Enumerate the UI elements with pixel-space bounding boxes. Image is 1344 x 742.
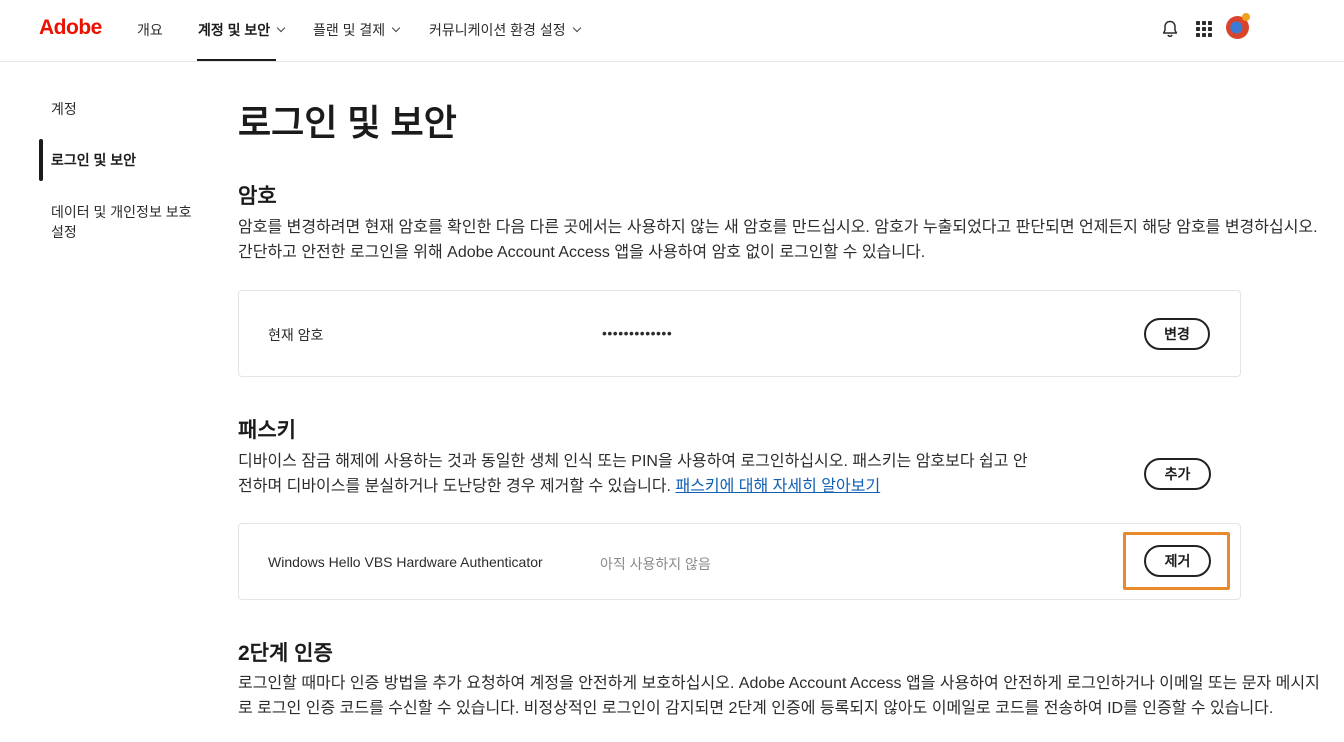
passkey-description-line: 전하며 디바이스를 분실하거나 도난당한 경우 제거할 수 있습니다. 패스키에… <box>238 474 1028 499</box>
nav-tab-label: 커뮤니케이션 환경 설정 <box>429 22 566 38</box>
change-password-button[interactable]: 변경 <box>1144 318 1210 350</box>
passkey-description-text: 전하며 디바이스를 분실하거나 도난당한 경우 제거할 수 있습니다. <box>238 478 672 495</box>
two-factor-heading: 2단계 인증 <box>238 642 333 665</box>
current-password-label: 현재 암호 <box>268 327 324 343</box>
nav-tab-overview[interactable]: 개요 <box>137 20 163 40</box>
chevron-down-icon <box>572 23 581 33</box>
passkey-device-name: Windows Hello VBS Hardware Authenticator <box>268 554 543 570</box>
apps-grid-icon <box>1196 21 1212 37</box>
chevron-down-icon <box>276 23 286 33</box>
chevron-down-icon <box>391 23 401 33</box>
two-factor-description-line: 로 로그인 인증 코드를 수신할 수 있습니다. 비정상적인 로그인이 감지되면… <box>238 700 1274 717</box>
nav-tab-plans-billing[interactable]: 플랜 및 결제 <box>313 20 401 40</box>
page-title: 로그인 및 보안 <box>238 102 457 143</box>
apps-button[interactable] <box>1191 16 1217 42</box>
passkey-description: 디바이스 잠금 해제에 사용하는 것과 동일한 생체 인식 또는 PIN을 사용… <box>238 449 1028 499</box>
passkey-description-line: 디바이스 잠금 해제에 사용하는 것과 동일한 생체 인식 또는 PIN을 사용… <box>238 453 1028 470</box>
password-heading: 암호 <box>238 185 277 208</box>
password-description-line: 암호를 변경하려면 현재 암호를 확인한 다음 다른 곳에서는 사용하지 않는 … <box>238 219 1318 236</box>
nav-tab-communication-preferences[interactable]: 커뮤니케이션 환경 설정 <box>429 20 581 40</box>
nav-tab-label: 개요 <box>137 22 163 38</box>
adobe-logo[interactable]: Adobe <box>39 16 102 40</box>
nav-tab-label: 계정 및 보안 <box>198 22 271 38</box>
passkey-learn-more-link[interactable]: 패스키에 대해 자세히 알아보기 <box>675 478 880 495</box>
passkey-device-status: 아직 사용하지 않음 <box>600 556 711 572</box>
password-description: 암호를 변경하려면 현재 암호를 확인한 다음 다른 곳에서는 사용하지 않는 … <box>238 215 1318 265</box>
password-description-line: 간단하고 안전한 로그인을 위해 Adobe Account Access 앱을… <box>238 244 926 261</box>
two-factor-description: 로그인할 때마다 인증 방법을 추가 요청하여 계정을 안전하게 보호하십시오.… <box>238 671 1320 721</box>
sidebar-item-data-privacy[interactable]: 데이터 및 개인정보 보호 설정 <box>51 202 201 242</box>
passkey-heading: 패스키 <box>238 419 296 442</box>
nav-tab-account-security[interactable]: 계정 및 보안 <box>198 20 286 40</box>
sidebar-item-account[interactable]: 계정 <box>51 99 201 119</box>
notification-dot <box>1242 13 1250 21</box>
two-factor-description-line: 로그인할 때마다 인증 방법을 추가 요청하여 계정을 안전하게 보호하십시오.… <box>238 675 1320 692</box>
bell-icon <box>1162 20 1178 38</box>
sidebar-active-indicator <box>39 139 43 181</box>
top-navigation: Adobe 개요 계정 및 보안 플랜 및 결제 커뮤니케이션 환경 설정 <box>0 0 1344 62</box>
active-tab-indicator <box>197 59 276 61</box>
nav-tab-label: 플랜 및 결제 <box>313 22 386 38</box>
passkey-device-card: Windows Hello VBS Hardware Authenticator… <box>238 523 1241 600</box>
current-password-value: ••••••••••••• <box>602 325 673 341</box>
sidebar-item-login-security[interactable]: 로그인 및 보안 <box>51 150 201 170</box>
remove-passkey-button[interactable]: 제거 <box>1144 545 1211 577</box>
password-card: 현재 암호 ••••••••••••• 변경 <box>238 290 1241 377</box>
notifications-button[interactable] <box>1157 16 1183 42</box>
add-passkey-button[interactable]: 추가 <box>1144 458 1211 490</box>
